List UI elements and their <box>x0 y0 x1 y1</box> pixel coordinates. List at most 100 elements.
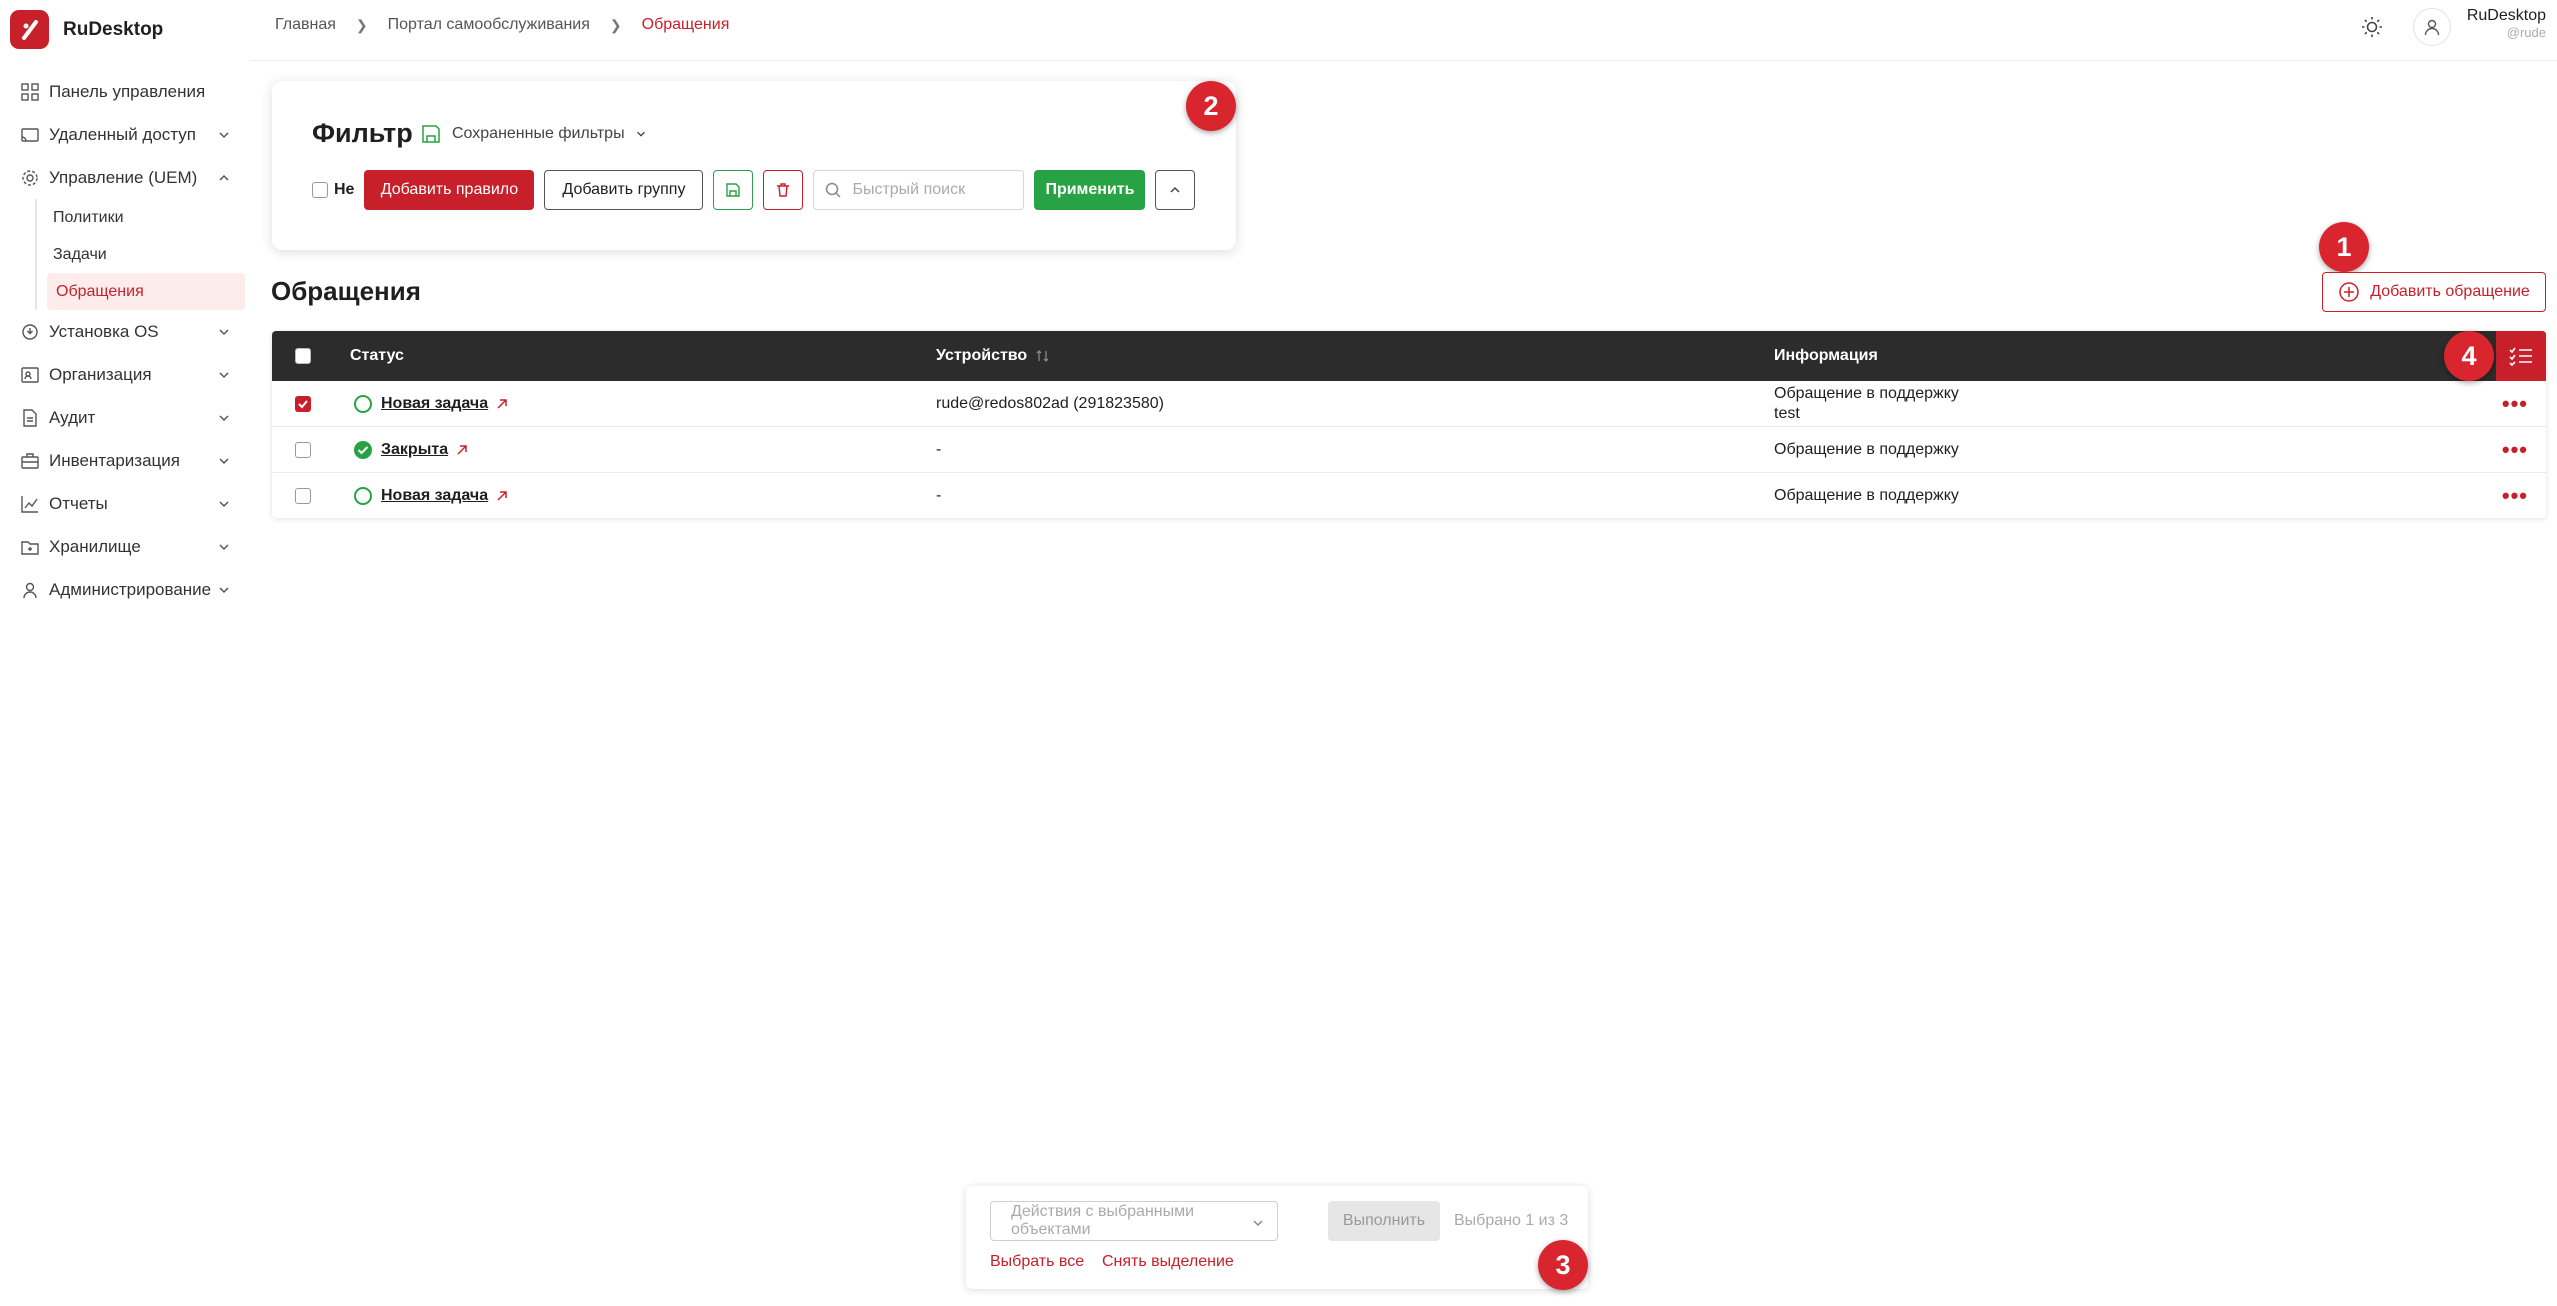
table-row[interactable]: Новая задача - Обращение в поддержку ••• <box>272 473 2546 518</box>
sidebar-item-inventory[interactable]: Инвентаризация <box>0 439 245 482</box>
chevron-down-icon <box>219 414 229 421</box>
breadcrumb: Главная ❯ Портал самообслуживания ❯ Обра… <box>275 16 729 34</box>
sidebar-item-remote-access[interactable]: Удаленный доступ <box>0 113 245 156</box>
sidebar-item-os-install[interactable]: Установка OS <box>0 310 245 353</box>
sidebar-item-uem[interactable]: Управление (UEM) <box>0 156 245 199</box>
add-group-button[interactable]: Добавить группу <box>544 170 704 210</box>
row-actions-button[interactable]: ••• <box>2502 473 2528 518</box>
requests-table: Статус Устройство Информация Новая задач… <box>272 331 2546 518</box>
annotation-marker-2: 2 <box>1186 81 1236 131</box>
status-link[interactable]: Закрыта <box>381 441 448 459</box>
sidebar-item-label: Инвентаризация <box>49 450 180 470</box>
row-select-cell <box>295 381 311 426</box>
external-link-icon[interactable] <box>496 490 508 502</box>
trash-icon <box>777 183 790 197</box>
column-info[interactable]: Информация <box>1774 331 1878 381</box>
select-all-link[interactable]: Выбрать все <box>990 1253 1084 1271</box>
user-icon <box>2424 19 2440 36</box>
sidebar-item-storage[interactable]: Хранилище <box>0 525 245 568</box>
saved-filters-dropdown[interactable]: Сохраненные фильтры <box>420 123 647 145</box>
table-row[interactable]: Новая задача rude@redos802ad (291823580)… <box>272 381 2546 427</box>
breadcrumb-portal[interactable]: Портал самообслуживания <box>388 16 590 34</box>
checkbox[interactable] <box>312 182 328 198</box>
sidebar-nav: Панель управления Удаленный доступ Управ… <box>0 70 245 611</box>
annotation-marker-4: 4 <box>2444 331 2494 381</box>
external-link-icon[interactable] <box>456 444 468 456</box>
sidebar-item-reports[interactable]: Отчеты <box>0 482 245 525</box>
app-name: RuDesktop <box>63 18 164 40</box>
breadcrumb-current: Обращения <box>641 16 730 33</box>
column-settings-button[interactable] <box>2496 331 2546 381</box>
select-all-cell <box>295 331 311 381</box>
theme-toggle-button[interactable] <box>2356 11 2388 43</box>
save-icon <box>422 125 440 143</box>
search-input[interactable] <box>852 181 1013 199</box>
selected-count: Выбрано 1 из 3 <box>1454 1212 1569 1229</box>
row-actions-button[interactable]: ••• <box>2502 381 2528 426</box>
sidebar-item-audit[interactable]: Аудит <box>0 396 245 439</box>
status-link[interactable]: Новая задача <box>381 395 488 413</box>
rudesktop-logo-icon <box>10 10 49 49</box>
chevron-down-icon <box>219 543 229 550</box>
add-rule-button[interactable]: Добавить правило <box>364 170 535 210</box>
chevron-down-icon <box>219 500 229 507</box>
column-device[interactable]: Устройство <box>936 331 1051 381</box>
status-cell: Новая задача <box>353 473 508 518</box>
save-filter-button[interactable] <box>713 170 754 210</box>
row-actions-button[interactable]: ••• <box>2502 427 2528 472</box>
chevron-down-icon <box>636 131 645 137</box>
status-closed-icon <box>354 440 372 459</box>
not-checkbox[interactable]: Не <box>312 181 354 199</box>
sidebar-item-tasks[interactable]: Задачи <box>37 236 245 273</box>
status-link[interactable]: Новая задача <box>381 487 488 505</box>
chevron-down-icon <box>219 371 229 378</box>
sidebar-item-label: Управление (UEM) <box>49 167 198 187</box>
storage-icon <box>19 536 41 558</box>
sidebar-item-dashboard[interactable]: Панель управления <box>0 70 245 113</box>
add-request-button[interactable]: Добавить обращение <box>2322 272 2546 312</box>
chevron-down-icon <box>1253 1220 1263 1227</box>
delete-filter-button[interactable] <box>763 170 804 210</box>
user-info[interactable]: RuDesktop @rude <box>2456 7 2546 40</box>
add-request-label: Добавить обращение <box>2370 283 2530 300</box>
plus-circle-icon <box>2339 282 2359 302</box>
sidebar-item-organization[interactable]: Организация <box>0 353 245 396</box>
clear-selection-link[interactable]: Снять выделение <box>1102 1253 1234 1271</box>
chevron-right-icon: ❯ <box>355 16 368 33</box>
info-cell: Обращение в поддержку <box>1774 440 1959 458</box>
sidebar-item-label: Администрирование <box>49 579 212 599</box>
logo[interactable]: RuDesktop <box>10 10 163 49</box>
row-checkbox[interactable] <box>295 441 311 458</box>
collapse-filter-button[interactable] <box>1155 170 1196 210</box>
not-label: Не <box>334 181 355 198</box>
execute-button[interactable]: Выполнить <box>1328 1201 1440 1241</box>
status-new-icon <box>354 486 372 505</box>
row-checkbox[interactable] <box>295 395 311 412</box>
table-row[interactable]: Закрыта - Обращение в поддержку ••• <box>272 427 2546 473</box>
sidebar-item-policies[interactable]: Политики <box>37 199 245 236</box>
external-link-icon[interactable] <box>496 398 508 410</box>
bulk-action-bar: Действия с выбранными объектами Выполнит… <box>966 1186 1588 1289</box>
sidebar-item-label: Аудит <box>49 407 96 427</box>
sidebar-item-label: Панель управления <box>49 81 206 101</box>
apply-button[interactable]: Применить <box>1034 170 1146 210</box>
sidebar-item-administration[interactable]: Администрирование <box>0 568 245 611</box>
status-cell: Закрыта <box>353 427 468 472</box>
search-icon <box>826 182 841 198</box>
status-cell: Новая задача <box>353 381 508 426</box>
admin-icon <box>19 579 41 601</box>
select-all-checkbox[interactable] <box>295 348 311 364</box>
avatar[interactable] <box>2413 8 2451 46</box>
row-checkbox[interactable] <box>295 487 311 504</box>
sidebar-item-requests[interactable]: Обращения <box>47 273 245 310</box>
quick-search[interactable] <box>813 170 1025 210</box>
saved-filters-label: Сохраненные фильтры <box>452 125 625 142</box>
sidebar: RuDesktop Панель управления Удаленный до… <box>0 0 250 1306</box>
sort-icon[interactable] <box>1035 349 1051 363</box>
column-status[interactable]: Статус <box>350 331 404 381</box>
chevron-up-icon <box>1170 186 1180 193</box>
breadcrumb-home[interactable]: Главная <box>275 16 336 34</box>
chevron-right-icon: ❯ <box>609 16 622 33</box>
info-line: Обращение в поддержку <box>1774 384 1959 402</box>
bulk-actions-select[interactable]: Действия с выбранными объектами <box>990 1201 1278 1241</box>
